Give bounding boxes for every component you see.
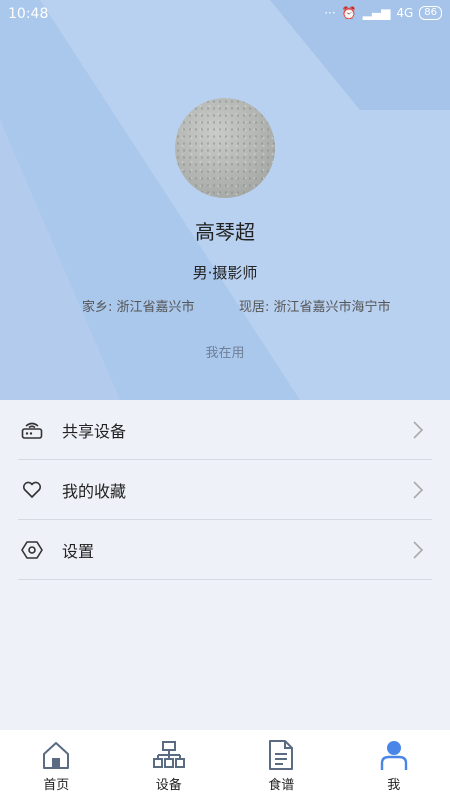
chevron-right-icon (413, 541, 424, 559)
tab-home[interactable]: 首页 (0, 730, 113, 800)
router-icon (20, 418, 44, 442)
alarm-icon: ⏰ (341, 6, 357, 20)
menu-item-shared-devices[interactable]: 共享设备 (18, 400, 432, 460)
profile-residence: 现居: 浙江省嘉兴市海宁市 (239, 300, 391, 315)
profile-role: 男·摄影师 (192, 264, 258, 282)
avatar[interactable] (175, 98, 275, 198)
profile-status: 我在用 (205, 346, 245, 361)
menu-item-label: 我的收藏 (62, 481, 127, 501)
header-background-shape (0, 0, 450, 400)
recipe-document-icon (265, 738, 297, 772)
chevron-right-icon (413, 481, 424, 499)
tab-label: 设备 (155, 778, 182, 793)
signal-icon: ▂▄▆ (362, 6, 391, 20)
notification-dots-icon: ··· (324, 6, 336, 20)
profile-hometown: 家乡: 浙江省嘉兴市 (82, 300, 195, 315)
tab-me[interactable]: 我 (338, 730, 450, 800)
status-time: 10:48 (8, 6, 49, 22)
person-icon (378, 738, 410, 772)
tab-label: 我 (387, 778, 401, 793)
tab-recipes[interactable]: 食谱 (225, 730, 338, 800)
device-network-icon (152, 738, 185, 772)
menu-item-label: 共享设备 (62, 421, 127, 441)
status-bar: 10:48 ··· ⏰ ▂▄▆ 4G 86 (0, 0, 450, 30)
heart-icon (20, 478, 44, 502)
chevron-right-icon (413, 421, 424, 439)
status-icons: ··· ⏰ ▂▄▆ 4G 86 (324, 6, 442, 20)
menu-item-favorites[interactable]: 我的收藏 (18, 460, 432, 520)
profile-name: 高琴超 (195, 220, 255, 244)
tab-devices[interactable]: 设备 (113, 730, 226, 800)
menu-item-settings[interactable]: 设置 (18, 520, 432, 580)
profile-header: 10:48 ··· ⏰ ▂▄▆ 4G 86 高琴超 男·摄影师 家乡: 浙江省嘉… (0, 0, 450, 400)
network-type: 4G (396, 6, 414, 20)
home-icon (40, 738, 72, 772)
profile-menu: 共享设备 我的收藏 设置 (18, 400, 432, 580)
bottom-tab-bar: 首页 设备 食谱 我 (0, 730, 450, 800)
menu-item-label: 设置 (62, 541, 95, 561)
hexagon-settings-icon (20, 538, 44, 562)
battery-level: 86 (419, 6, 442, 20)
tab-label: 首页 (43, 778, 70, 793)
tab-label: 食谱 (268, 778, 295, 793)
